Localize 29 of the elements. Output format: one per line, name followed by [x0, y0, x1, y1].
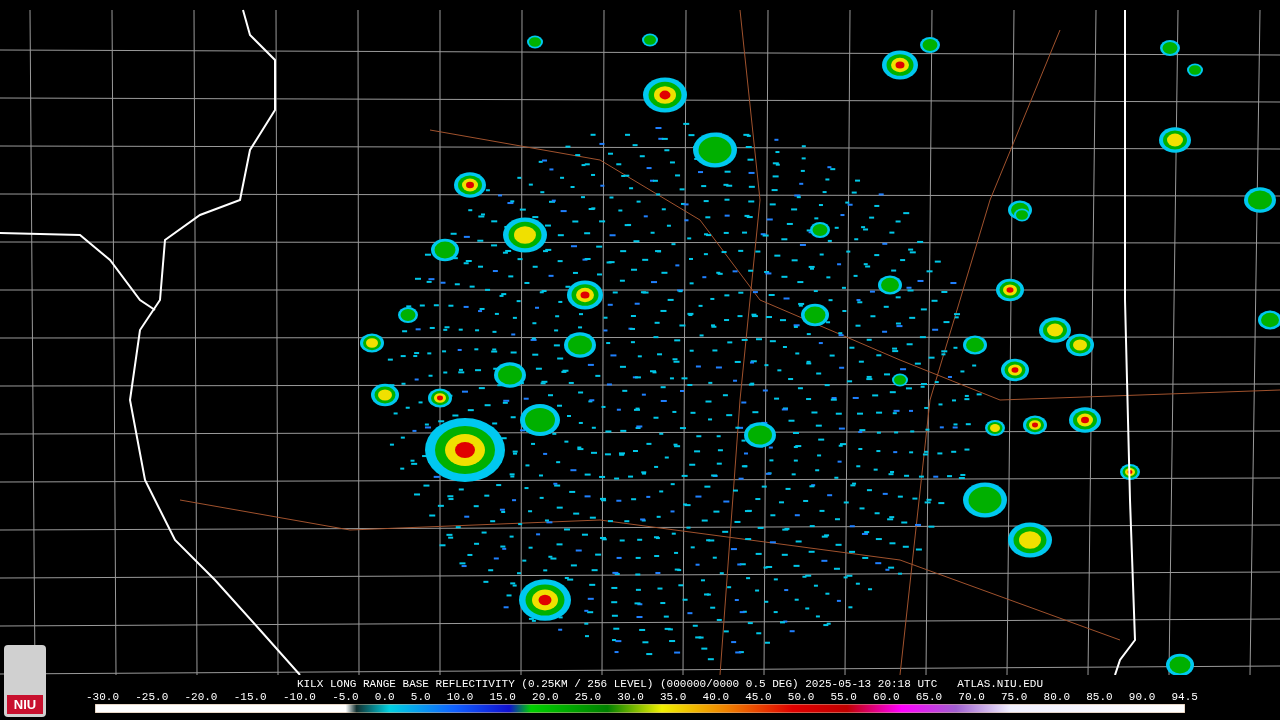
scale-tick-label: 85.0: [1086, 691, 1113, 704]
scale-tick-label: -30.0: [86, 691, 119, 704]
scale-tick-label: 5.0: [410, 691, 431, 704]
scale-tick-label: 10.0: [446, 691, 474, 704]
scale-tick-label: 20.0: [532, 691, 559, 704]
scale-tick-label: 94.5: [1171, 691, 1198, 704]
scale-tick-label: 15.0: [489, 691, 516, 704]
scale-tick-label: -20.0: [184, 691, 218, 704]
scale-tick-label: -25.0: [135, 691, 169, 704]
scale-tick-label: 30.0: [617, 691, 644, 704]
scale-tick-label: 80.0: [1043, 691, 1070, 704]
scale-tick-label: 45.0: [745, 691, 772, 704]
scale-tick-label: 50.0: [787, 691, 815, 704]
scale-tick-label: -15.0: [233, 691, 267, 704]
product-title: KILX LONG RANGE BASE REFLECTIVITY (0.25KM / 256 LEVEL) (000000/0000 0.5 DEG) 2025-05-13 20:18 UTC: [296, 677, 938, 691]
scale-tick-label: -10.0: [282, 691, 316, 704]
scale-tick-label: 0.0: [374, 691, 395, 704]
scale-tick-label: 75.0: [1001, 691, 1028, 704]
scale-tick-label: 55.0: [830, 691, 857, 704]
scale-tick-label: 25.0: [574, 691, 602, 704]
scale-tick-label: 65.0: [915, 691, 943, 704]
scale-tick-label: 90.0: [1128, 691, 1156, 704]
site-address: ATLAS.NIU.EDU: [957, 677, 1044, 691]
scale-tick-label: -5.0: [332, 691, 359, 704]
logo-text: NIU: [7, 694, 43, 714]
scale-tick-label: 40.0: [702, 691, 729, 704]
scale-tick-label: 60.0: [873, 691, 900, 704]
scale-tick-label: 70.0: [958, 691, 985, 704]
scale-tick-label: 35.0: [660, 691, 687, 704]
